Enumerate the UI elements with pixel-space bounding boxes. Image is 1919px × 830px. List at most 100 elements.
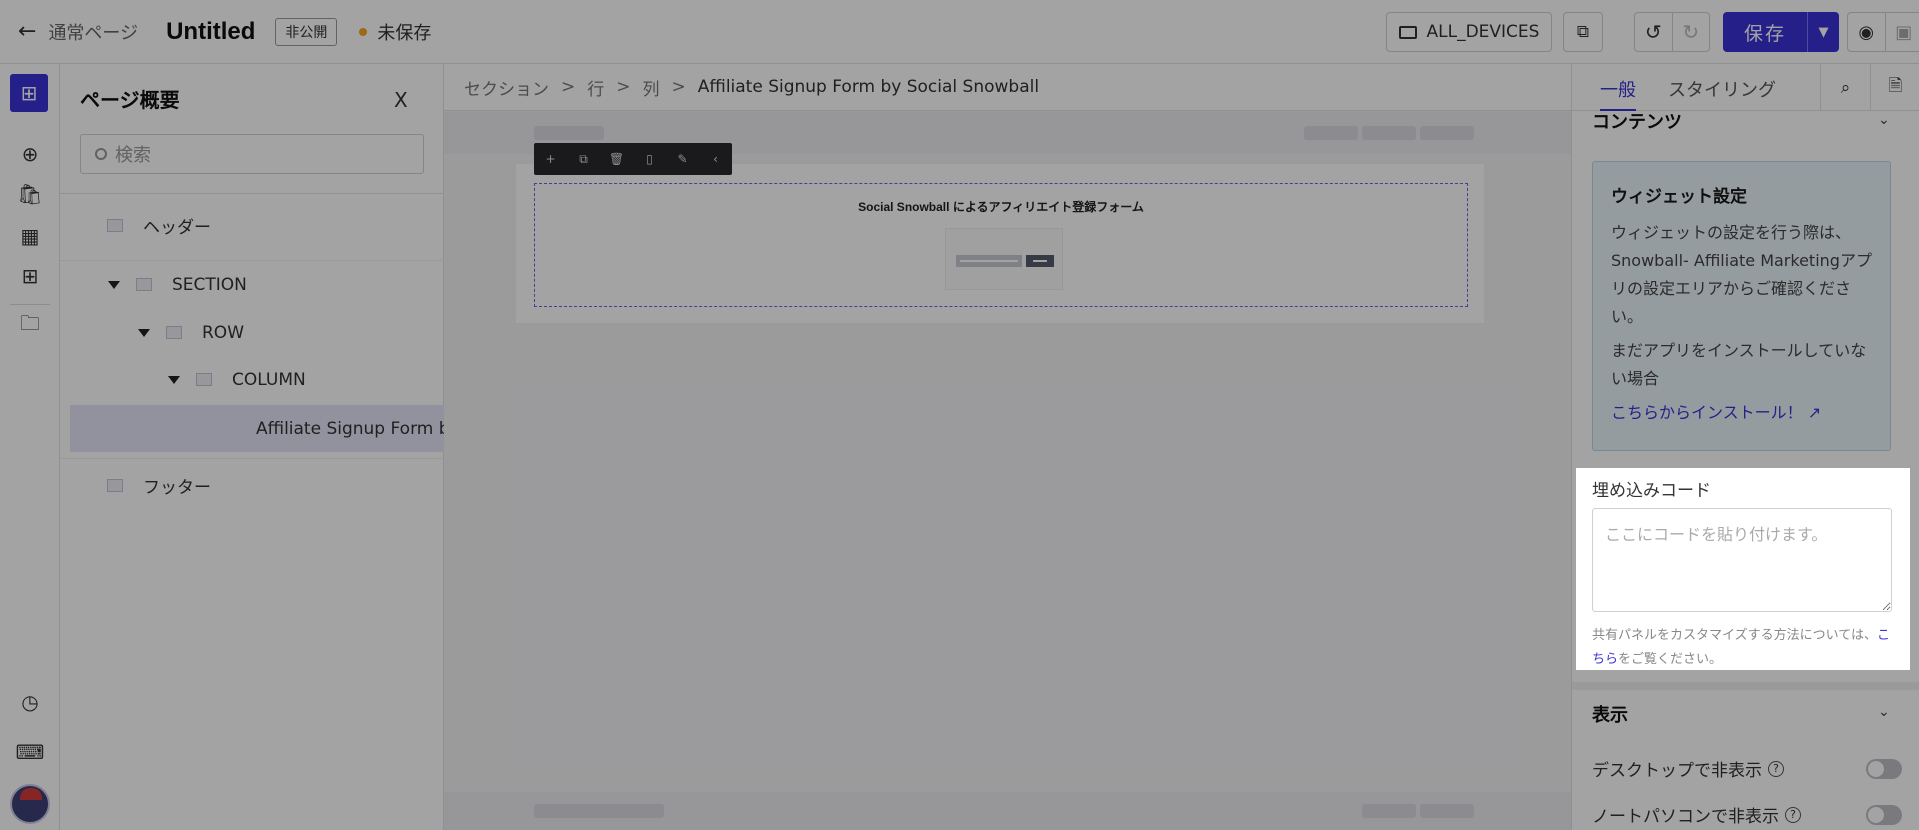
affiliate-form-widget[interactable] bbox=[945, 228, 1063, 290]
folder-icon[interactable]: 🗀 bbox=[10, 308, 50, 344]
embed-hint: 共有パネルをカスタマイズする方法については、こちらをご覧ください。 bbox=[1592, 624, 1892, 672]
search-icon[interactable]: ⌕ bbox=[1820, 64, 1870, 111]
avatar[interactable] bbox=[10, 784, 50, 824]
placeholder-pill bbox=[1420, 126, 1474, 140]
back-label: 通常ページ bbox=[48, 22, 139, 44]
document-icon[interactable]: 🗎 bbox=[1870, 64, 1919, 111]
preview-group: ◉ ▣ bbox=[1847, 12, 1919, 52]
tree-label: フッター bbox=[143, 478, 211, 498]
help-icon[interactable]: ? bbox=[1785, 806, 1801, 823]
submit-button-preview bbox=[1026, 255, 1054, 267]
tree-item-header[interactable]: ヘッダー bbox=[60, 202, 444, 249]
column-block[interactable]: Social Snowball によるアフィリエイト登録フォーム bbox=[534, 183, 1468, 307]
unsaved-dot-icon bbox=[359, 27, 368, 36]
placeholder-pill bbox=[1362, 804, 1416, 818]
chevron-down-icon[interactable]: ⌄ bbox=[1878, 112, 1890, 128]
tree-item-section[interactable]: SECTION bbox=[60, 261, 444, 308]
tab-styling[interactable]: スタイリング bbox=[1668, 76, 1776, 102]
section-block[interactable]: Social Snowball によるアフィリエイト登録フォーム bbox=[516, 164, 1484, 323]
page-title[interactable]: Untitled bbox=[166, 18, 255, 46]
footer-block-icon bbox=[107, 479, 123, 492]
undo-icon[interactable]: ↺ bbox=[1635, 13, 1672, 51]
hide-on-desktop-row: デスクトップで非表示 ? bbox=[1592, 756, 1902, 781]
breadcrumb-item[interactable]: 列 bbox=[643, 75, 660, 100]
trash-icon[interactable]: 🗑 bbox=[600, 152, 633, 166]
tree-label: ヘッダー bbox=[143, 218, 211, 238]
tree-item-footer[interactable]: フッター bbox=[60, 462, 444, 509]
column-block-icon bbox=[196, 373, 212, 386]
caret-down-icon[interactable] bbox=[168, 375, 180, 384]
hide-laptop-toggle[interactable] bbox=[1866, 804, 1902, 825]
tree-item-row[interactable]: ROW bbox=[60, 309, 444, 356]
unsaved-status: 未保存 bbox=[359, 19, 431, 45]
widget-title: Social Snowball によるアフィリエイト登録フォーム bbox=[858, 200, 1144, 214]
save-button[interactable]: 保存 bbox=[1723, 12, 1807, 52]
settings-sliders-button[interactable]: ⧉ bbox=[1563, 12, 1603, 52]
left-rail: ⊞ ⊕ 🛍 ▦ ⊞ 🗀 ◷ ⌨ bbox=[0, 64, 60, 830]
overview-divider bbox=[60, 193, 444, 194]
search-input[interactable]: 検索 bbox=[80, 134, 424, 174]
info-heading: ウィジェット設定 bbox=[1611, 187, 1747, 207]
grid-icon[interactable]: ▦ bbox=[10, 218, 50, 254]
tree-item-column[interactable]: COLUMN bbox=[60, 356, 444, 403]
copy-icon[interactable]: ▯ bbox=[633, 152, 666, 166]
content-heading[interactable]: コンテンツ bbox=[1592, 108, 1682, 134]
duplicate-icon[interactable]: ⧉ bbox=[567, 152, 600, 167]
info-text: ウィジェットの設定を行う際は、Snowball- Affiliate Marke… bbox=[1611, 223, 1872, 326]
history-clock-icon[interactable]: ◷ bbox=[10, 684, 50, 720]
plus-icon[interactable]: + bbox=[534, 152, 567, 166]
breadcrumb: セクション > 行 > 列 > Affiliate Signup Form by… bbox=[444, 64, 1571, 111]
install-link[interactable]: こちらからインストール！ ↗ bbox=[1611, 399, 1872, 423]
embed-code-label: 埋め込みコード bbox=[1592, 481, 1711, 501]
publish-icon[interactable]: ▣ bbox=[1884, 13, 1919, 51]
display-heading[interactable]: 表示 bbox=[1592, 701, 1628, 727]
section-divider bbox=[1572, 682, 1919, 690]
placeholder-pill bbox=[1420, 804, 1474, 818]
back-link[interactable]: ← 通常ページ bbox=[18, 19, 138, 45]
tab-general[interactable]: 一般 bbox=[1600, 76, 1636, 111]
hide-desktop-toggle[interactable] bbox=[1866, 758, 1902, 779]
sitemap-icon[interactable]: ⊞ bbox=[10, 74, 48, 112]
page-overview-panel: ページ概要 X 検索 ヘッダー SECTION ROW COLUMN Affil… bbox=[60, 64, 444, 830]
close-icon[interactable]: X bbox=[394, 88, 408, 112]
shopify-bag-icon[interactable]: 🛍 bbox=[10, 176, 50, 212]
breadcrumb-item[interactable]: セクション bbox=[464, 75, 549, 100]
visibility-badge[interactable]: 非公開 bbox=[275, 17, 338, 46]
terminal-icon[interactable]: ⌨ bbox=[10, 734, 50, 770]
caret-down-icon[interactable] bbox=[138, 328, 150, 337]
placeholder-pill bbox=[534, 804, 664, 818]
chevron-left-icon[interactable]: ‹ bbox=[699, 152, 732, 166]
toggle-label: ノートパソコンで非表示 bbox=[1592, 807, 1779, 827]
unsaved-label: 未保存 bbox=[377, 22, 432, 44]
settings-panel: 一般 スタイリング ⌕ 🗎 コンテンツ ⌄ ウィジェット設定 ウィジェットの設定… bbox=[1571, 64, 1919, 830]
eye-icon[interactable]: ◉ bbox=[1848, 13, 1885, 51]
breadcrumb-current: Affiliate Signup Form by Social Snowball bbox=[697, 77, 1040, 97]
tree-label: SECTION bbox=[172, 274, 247, 295]
rail-divider bbox=[10, 304, 50, 305]
help-icon[interactable]: ? bbox=[1768, 760, 1784, 777]
paint-icon[interactable]: ✎ bbox=[666, 152, 699, 166]
add-circle-icon[interactable]: ⊕ bbox=[10, 136, 50, 172]
devices-button[interactable]: ALL_DEVICES bbox=[1386, 12, 1552, 52]
hint-text: をご覧ください。 bbox=[1618, 652, 1723, 667]
chevron-down-icon: ▼ bbox=[1818, 24, 1829, 40]
redo-icon[interactable]: ↻ bbox=[1671, 13, 1710, 51]
tree-separator bbox=[60, 458, 444, 459]
top-bar: ← 通常ページ Untitled 非公開 未保存 ALL_DEVICES ⧉ ↺… bbox=[0, 0, 1919, 64]
chevron-right-icon: > bbox=[561, 77, 576, 97]
tree-label: COLUMN bbox=[232, 369, 306, 390]
save-dropdown-button[interactable]: ▼ bbox=[1807, 12, 1839, 52]
caret-down-icon[interactable] bbox=[108, 280, 120, 289]
tree-label: ROW bbox=[202, 322, 245, 343]
search-icon bbox=[95, 148, 107, 160]
breadcrumb-item[interactable]: 行 bbox=[587, 75, 604, 100]
chevron-down-icon[interactable]: ⌄ bbox=[1878, 704, 1890, 720]
footer-placeholder bbox=[444, 792, 1571, 830]
placeholder-pill bbox=[1304, 126, 1358, 140]
external-link-icon: ↗ bbox=[1807, 403, 1822, 422]
overview-title: ページ概要 bbox=[80, 88, 180, 112]
settings-tabs: 一般 スタイリング ⌕ 🗎 bbox=[1572, 64, 1919, 111]
tree-item-widget[interactable]: Affiliate Signup Form by bbox=[70, 405, 444, 452]
embed-code-input[interactable] bbox=[1592, 508, 1892, 612]
apps-icon[interactable]: ⊞ bbox=[10, 258, 50, 294]
